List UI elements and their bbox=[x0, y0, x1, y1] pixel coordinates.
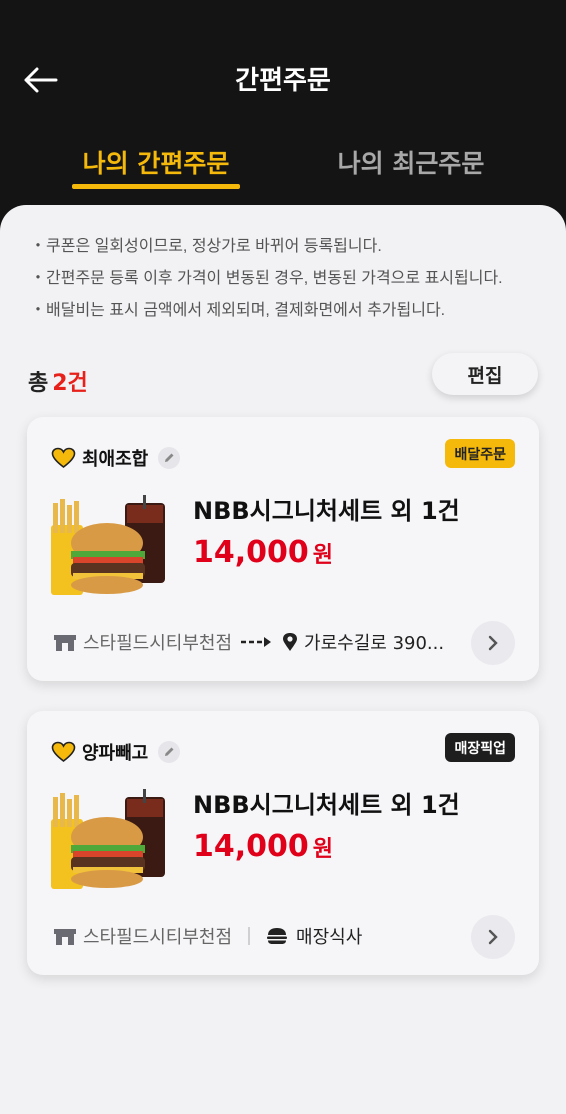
app-header: 간편주문 나의 간편주문 나의 최근주문 bbox=[0, 0, 566, 215]
notice-item: ・쿠폰은 일회성이므로, 정상가로 바뀌어 등록됩니다. bbox=[30, 238, 382, 255]
location-pin-icon bbox=[283, 633, 298, 651]
card-name: 양파빼고 bbox=[82, 743, 149, 764]
notice-item: ・간편주문 등록 이후 가격이 변동된 경우, 변동된 가격으로 표시됩니다. bbox=[30, 270, 503, 287]
chevron-right-icon bbox=[488, 635, 498, 651]
store-icon bbox=[54, 635, 76, 651]
tab-my-quick-order[interactable]: 나의 간편주문 bbox=[72, 144, 240, 180]
card-name-row: 양파빼고 bbox=[51, 739, 181, 765]
price: 14,000 원 bbox=[193, 829, 333, 864]
price-value: 14,000 bbox=[193, 535, 309, 570]
price: 14,000 원 bbox=[193, 535, 333, 570]
pickup-info: 스타필드시티부천점 매장식사 bbox=[53, 923, 362, 949]
card-name: 최애조합 bbox=[82, 449, 149, 470]
heart-icon[interactable] bbox=[51, 447, 76, 469]
notice-item: ・배달비는 표시 금액에서 제외되며, 결제화면에서 추가됩니다. bbox=[30, 302, 446, 319]
card-name-row: 최애조합 bbox=[51, 445, 181, 471]
store-icon bbox=[54, 929, 76, 945]
order-type-badge: 매장픽업 bbox=[445, 733, 515, 762]
product-name: NBB시그니처세트 외 1건 bbox=[193, 791, 460, 819]
divider bbox=[248, 927, 251, 945]
order-type-badge: 배달주문 bbox=[445, 439, 515, 468]
order-detail-button[interactable] bbox=[471, 915, 515, 959]
content-sheet: ・쿠폰은 일회성이므로, 정상가로 바뀌어 등록됩니다. ・간편주문 등록 이후… bbox=[0, 205, 566, 1114]
page-title: 간편주문 bbox=[235, 66, 331, 96]
notice-list: ・쿠폰은 일회성이므로, 정상가로 바뀌어 등록됩니다. ・간편주문 등록 이후… bbox=[30, 237, 503, 333]
heart-icon[interactable] bbox=[51, 741, 76, 763]
edit-button[interactable]: 편집 bbox=[432, 353, 538, 395]
route-arrow-icon bbox=[240, 636, 274, 648]
burger-set-image bbox=[51, 789, 165, 889]
rename-button[interactable] bbox=[158, 447, 181, 469]
dine-in-icon bbox=[267, 928, 288, 944]
currency: 원 bbox=[312, 837, 334, 862]
count-value: 2건 bbox=[52, 371, 88, 396]
order-detail-button[interactable] bbox=[471, 621, 515, 665]
order-count: 총 2건 bbox=[28, 365, 88, 397]
pencil-icon bbox=[165, 453, 174, 462]
delivery-route: 스타필드시티부천점 가로수길로 390... bbox=[53, 629, 444, 655]
active-tab-indicator bbox=[72, 184, 240, 189]
store-name: 스타필드시티부천점 bbox=[83, 927, 233, 948]
price-value: 14,000 bbox=[193, 829, 309, 864]
quick-order-card[interactable]: 양파빼고 매장픽업 NBB시그니처세트 외 1건 14,000 원 스타필드시티… bbox=[27, 711, 539, 975]
count-prefix: 총 bbox=[28, 371, 49, 396]
chevron-right-icon bbox=[488, 929, 498, 945]
burger-set-image bbox=[51, 495, 165, 595]
store-name: 스타필드시티부천점 bbox=[83, 633, 233, 654]
dine-option: 매장식사 bbox=[296, 927, 363, 948]
quick-order-card[interactable]: 최애조합 배달주문 NBB시그니처세트 외 1건 14,000 원 스타필드시티… bbox=[27, 417, 539, 681]
tab-my-recent-order[interactable]: 나의 최근주문 bbox=[326, 144, 496, 180]
pencil-icon bbox=[165, 747, 174, 756]
rename-button[interactable] bbox=[158, 741, 181, 763]
delivery-address: 가로수길로 390... bbox=[304, 633, 445, 654]
currency: 원 bbox=[312, 543, 334, 568]
product-name: NBB시그니처세트 외 1건 bbox=[193, 497, 460, 525]
